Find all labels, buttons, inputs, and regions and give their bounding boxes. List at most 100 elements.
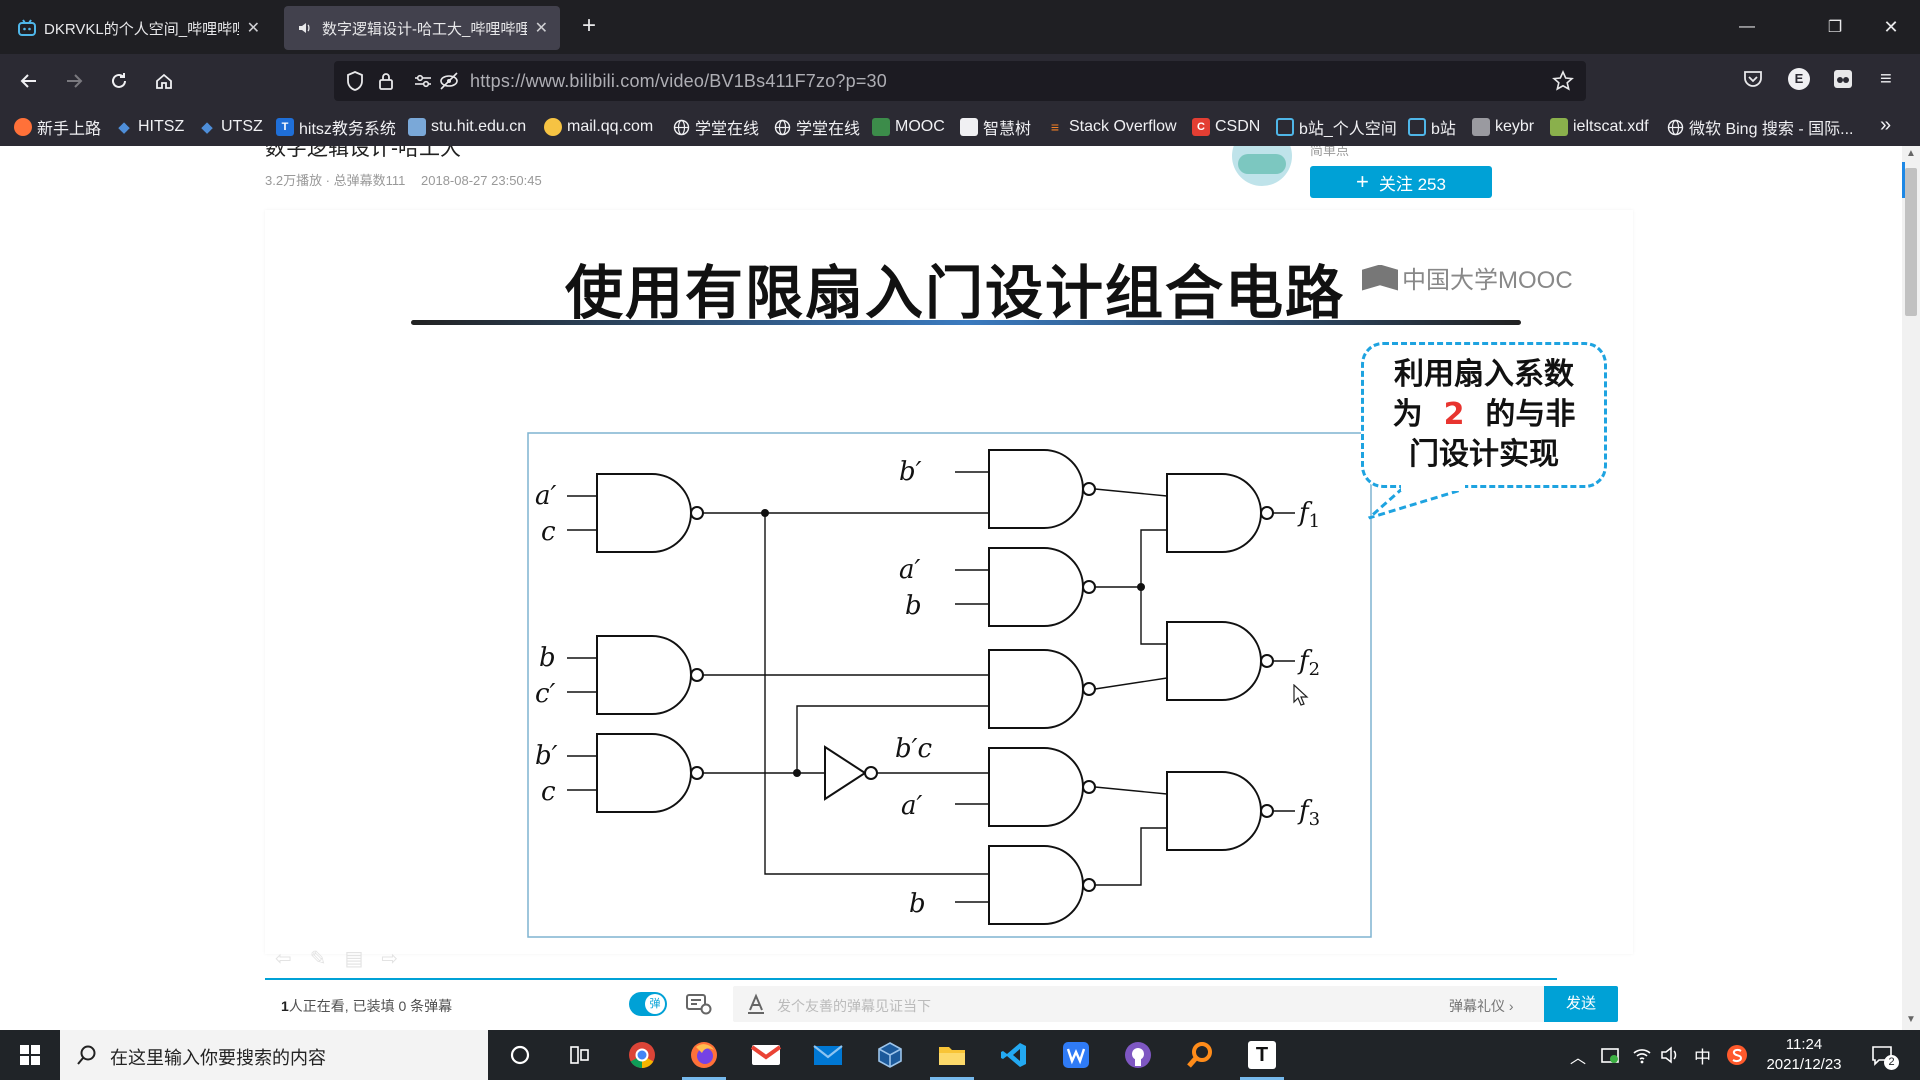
new-tab-button[interactable]: + — [576, 14, 602, 40]
wifi-icon[interactable] — [1632, 1045, 1652, 1070]
plus-icon: + — [1356, 169, 1369, 194]
extension-icon[interactable] — [1832, 68, 1854, 95]
nand-gate — [1166, 473, 1262, 553]
bookmark-item[interactable]: b站_个人空间 — [1276, 116, 1397, 138]
github-icon[interactable] — [1110, 1030, 1166, 1080]
firefox-icon[interactable] — [676, 1030, 732, 1080]
typora-icon[interactable]: T — [1234, 1030, 1290, 1080]
signal-label: b′ — [899, 457, 922, 487]
bookmark-item[interactable]: b站 — [1408, 116, 1456, 138]
system-clock[interactable]: 11:24 2021/12/23 — [1754, 1035, 1854, 1075]
danmaku-toggle[interactable]: 弹 — [629, 992, 667, 1016]
reload-button[interactable] — [102, 64, 136, 98]
start-button[interactable] — [2, 1030, 58, 1080]
uploader-avatar[interactable] — [1232, 146, 1292, 186]
task-view-icon[interactable] — [552, 1030, 608, 1080]
menu-icon[interactable]: ≡ — [1880, 68, 1892, 91]
nand-gate — [988, 747, 1084, 827]
lock-icon[interactable] — [376, 70, 398, 97]
security-tray-icon[interactable] — [1600, 1045, 1620, 1070]
keybr-icon — [1472, 118, 1490, 136]
tab-dkrvkl-space[interactable]: DKRVKL的个人空间_哔哩哔哩_ ✕ — [6, 6, 272, 50]
inversion-bubble — [1082, 780, 1096, 794]
signal-label: a′ — [899, 555, 921, 585]
chrome-icon[interactable] — [614, 1030, 670, 1080]
bookmark-item[interactable]: ieltscat.xdf — [1550, 116, 1649, 138]
bookmark-item[interactable]: MOOC — [872, 116, 945, 138]
mouse-cursor-icon — [1293, 684, 1309, 706]
bookmark-item[interactable]: stu.hit.edu.cn — [408, 116, 526, 138]
font-style-icon[interactable] — [745, 992, 767, 1021]
bookmark-item[interactable]: C CSDN — [1192, 116, 1260, 138]
bookmark-item[interactable]: mail.qq.com — [544, 116, 653, 138]
volume-icon[interactable] — [1660, 1045, 1680, 1070]
inversion-bubble — [1082, 682, 1096, 696]
video-player[interactable]: 使用有限扇入门设计组合电路 中国大学MOOC a′ c b c′ b′ c b′ a′ b b′c… — [265, 210, 1633, 954]
mail-icon[interactable] — [800, 1030, 856, 1080]
show-hidden-icons-chevron-icon[interactable]: ︿ — [1570, 1044, 1586, 1068]
url-bar[interactable]: https://www.bilibili.com/video/BV1Bs411F… — [334, 61, 1586, 101]
signal-label: a′ — [535, 481, 557, 511]
bookmarks-toolbar: 新手上路 ◆ HITSZ ◆ UTSZ Thitsz教务系统 stu.hit.edu… — [0, 108, 1920, 146]
danmaku-input[interactable]: 发个友善的弹幕见证当下 弹幕礼仪 › — [733, 986, 1563, 1022]
search-tool-icon[interactable] — [1172, 1030, 1228, 1080]
nand-gate — [988, 845, 1084, 925]
restore-button[interactable]: ❐ — [1812, 0, 1858, 54]
permissions-icon[interactable] — [412, 70, 434, 97]
bookmark-item[interactable]: 学堂在线 — [773, 116, 860, 138]
callout-line: 为 2 的与非 — [1392, 397, 1576, 432]
vscode-icon[interactable] — [986, 1030, 1042, 1080]
speaker-icon[interactable] — [296, 19, 314, 37]
bookmark-star-icon[interactable] — [1552, 70, 1574, 97]
wps-icon[interactable] — [1048, 1030, 1104, 1080]
taskbar-search-box[interactable]: 在这里输入你要搜索的内容 — [60, 1030, 488, 1080]
bookmark-item[interactable]: 学堂在线 — [672, 116, 759, 138]
home-button[interactable] — [147, 64, 181, 98]
close-window-button[interactable]: ✕ — [1868, 0, 1914, 54]
minimize-button[interactable]: — — [1724, 0, 1770, 54]
page-scrollbar[interactable]: ▲ ▼ — [1902, 146, 1920, 1030]
signal-label: b — [539, 643, 556, 673]
inversion-bubble — [864, 766, 878, 780]
scrollbar-thumb[interactable] — [1905, 168, 1917, 316]
qq-mail-icon — [544, 118, 562, 136]
pocket-icon[interactable] — [1742, 68, 1764, 95]
bookmark-item[interactable]: 新手上路 — [14, 116, 101, 138]
virtualbox-icon[interactable] — [862, 1030, 918, 1080]
danmaku-settings-icon[interactable] — [685, 992, 713, 1021]
forward-button[interactable] — [57, 64, 91, 98]
notification-center-icon[interactable]: 2 — [1870, 1043, 1899, 1074]
bookmark-item[interactable]: keybr — [1472, 116, 1534, 138]
callout-line: 门设计实现 — [1409, 437, 1559, 472]
bookmark-item[interactable]: 微软 Bing 搜索 - 国际... — [1666, 116, 1853, 138]
tab-digital-logic[interactable]: 数字逻辑设计-哈工大_哔哩哔哩 ✕ — [284, 6, 560, 50]
bookmark-item[interactable]: 智慧树 — [960, 116, 1031, 138]
wire-junction-dot — [761, 509, 769, 517]
back-button[interactable] — [12, 64, 46, 98]
nand-gate — [988, 449, 1084, 529]
tracking-blocked-icon[interactable] — [438, 70, 460, 97]
gmail-icon[interactable] — [738, 1030, 794, 1080]
url-text[interactable]: https://www.bilibili.com/video/BV1Bs411F… — [470, 71, 887, 92]
ime-indicator[interactable]: 中 — [1694, 1043, 1711, 1068]
bookmark-item[interactable]: ≡ Stack Overflow — [1046, 116, 1177, 138]
sogou-ime-icon[interactable] — [1726, 1044, 1748, 1071]
send-danmaku-button[interactable]: 发送 — [1544, 986, 1618, 1022]
bookmark-item[interactable]: ◆ HITSZ — [115, 116, 184, 138]
bookmark-item[interactable]: ◆ UTSZ — [198, 116, 263, 138]
close-tab-icon[interactable]: ✕ — [535, 18, 548, 38]
cortana-icon[interactable] — [492, 1030, 548, 1080]
more-bookmarks-chevron-icon[interactable]: » — [1880, 114, 1891, 137]
search-icon — [76, 1044, 98, 1071]
shield-icon[interactable] — [344, 70, 366, 97]
bookmark-item[interactable]: Thitsz教务系统 — [276, 116, 396, 138]
profile-avatar[interactable]: E — [1788, 68, 1810, 90]
danmaku-etiquette-link[interactable]: 弹幕礼仪 › — [1449, 996, 1514, 1016]
diamond-icon: ◆ — [201, 119, 213, 136]
wire — [1094, 488, 1168, 497]
diamond-icon: ◆ — [118, 119, 130, 136]
player-faint-controls: ⇦✎▤⇨ — [275, 948, 417, 970]
file-explorer-icon[interactable] — [924, 1030, 980, 1080]
close-tab-icon[interactable]: ✕ — [247, 18, 260, 38]
follow-button[interactable]: + 关注 253 — [1310, 166, 1492, 198]
